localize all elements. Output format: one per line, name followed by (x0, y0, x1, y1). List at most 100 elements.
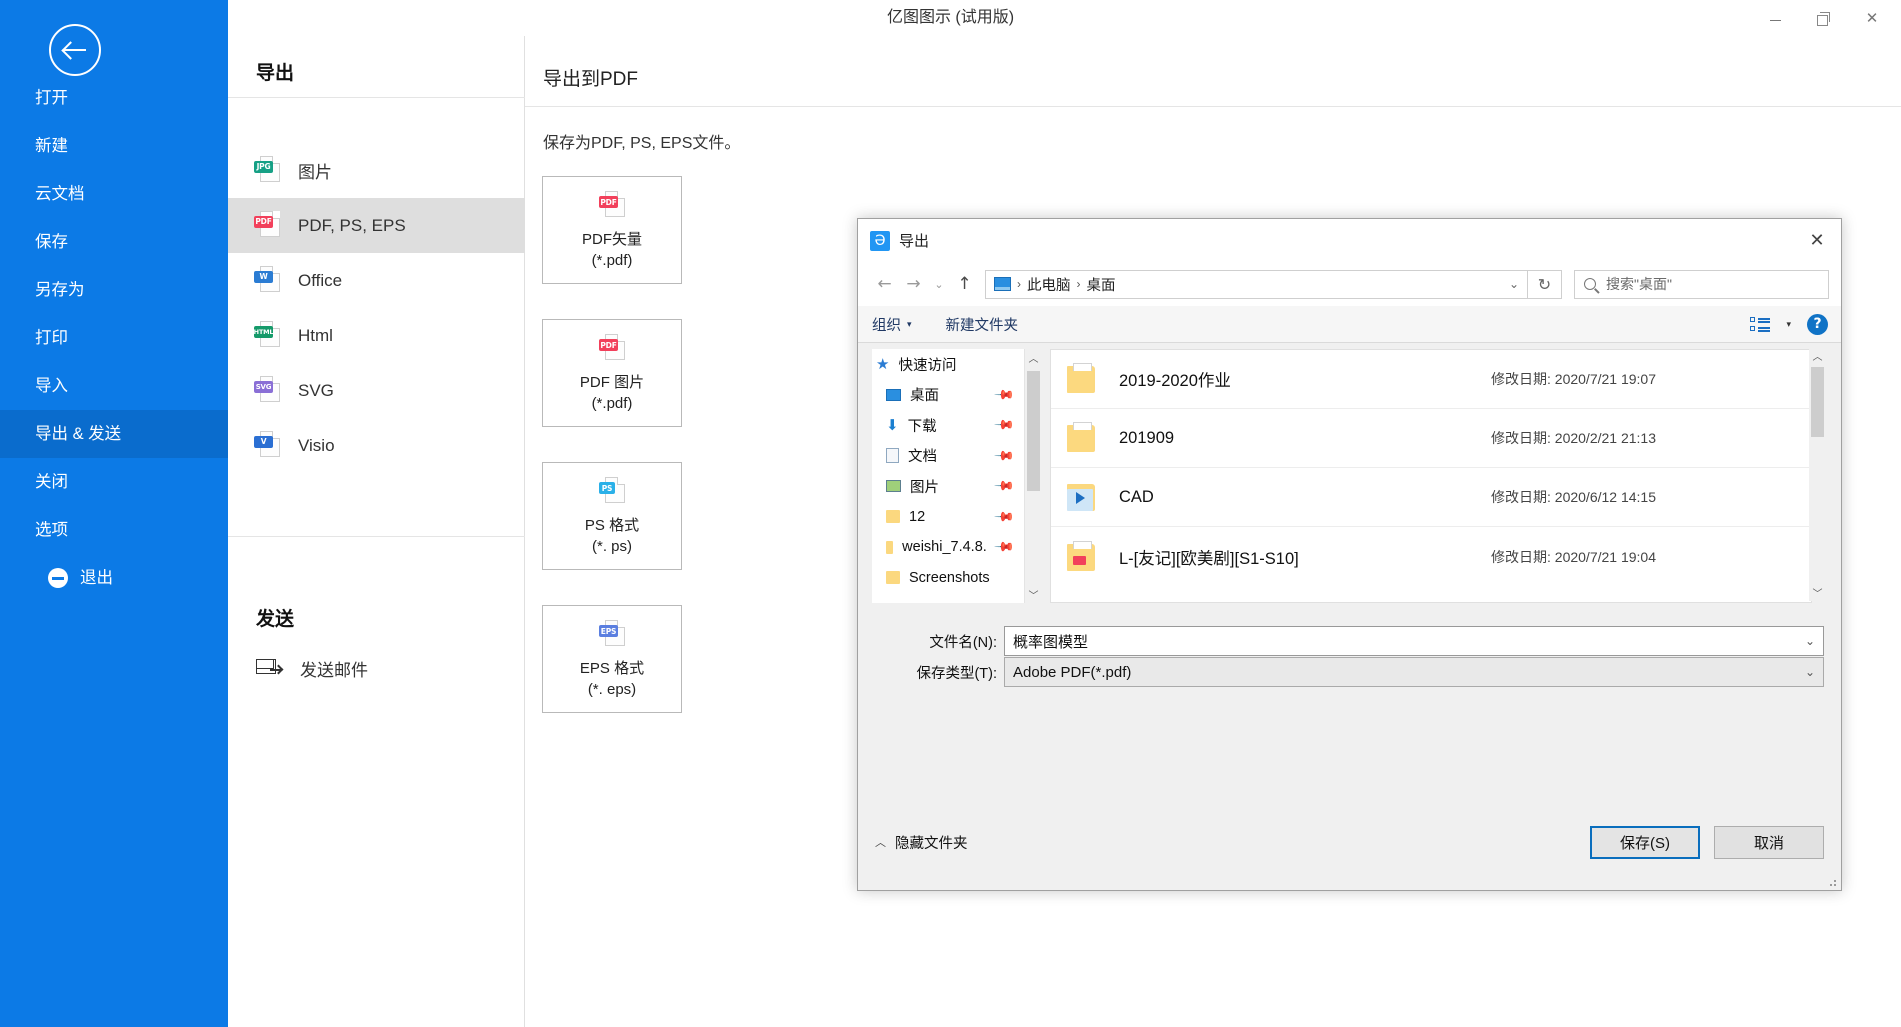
search-box[interactable]: 搜索"桌面" (1574, 269, 1829, 299)
chevron-down-icon[interactable]: ⌄ (1805, 665, 1815, 679)
nav-item-close[interactable]: 关闭 (0, 458, 228, 506)
star-icon: ★ (876, 356, 890, 374)
table-row[interactable]: CAD 修改日期: 2020/6/12 14:15 (1051, 468, 1811, 527)
search-icon (1584, 278, 1596, 290)
pin-icon[interactable]: 📌 (993, 383, 1015, 406)
chevron-up-icon: ︿ (875, 837, 886, 849)
card-pdf-image[interactable]: PDF PDF 图片 (*.pdf) (542, 319, 682, 427)
this-pc-icon (994, 277, 1011, 291)
chevron-down-icon[interactable]: ⌄ (1509, 277, 1519, 291)
view-mode-icon[interactable] (1750, 316, 1771, 332)
nav-item-import[interactable]: 导入 (0, 362, 228, 410)
card-eps-format[interactable]: EPS EPS 格式 (*. eps) (542, 605, 682, 713)
refresh-icon[interactable]: ↻ (1528, 269, 1562, 299)
tree-scrollbar[interactable]: ︿ ﹀ (1024, 349, 1041, 603)
dialog-close-icon[interactable]: ✕ (1803, 227, 1831, 253)
pin-icon[interactable]: 📌 (993, 505, 1015, 528)
pin-icon[interactable]: 📌 (993, 475, 1015, 498)
format-item-office[interactable]: W Office (228, 253, 525, 308)
back-button[interactable] (49, 24, 101, 76)
filetype-select[interactable]: Adobe PDF(*.pdf) ⌄ (1004, 657, 1824, 687)
format-item-visio[interactable]: V Visio (228, 418, 525, 473)
card-pdf-vector[interactable]: PDF PDF矢量 (*.pdf) (542, 176, 682, 284)
nav-item-options[interactable]: 选项 (0, 506, 228, 554)
nav-item-saveas[interactable]: 另存为 (0, 266, 228, 314)
file-name: CAD (1119, 487, 1154, 506)
quit-icon (48, 568, 68, 588)
svg-file-icon: SVG (254, 375, 280, 406)
pictures-icon (886, 480, 901, 493)
ps-file-icon: PS (599, 477, 625, 507)
resize-grip[interactable] (1825, 875, 1837, 887)
minimize-icon[interactable] (1765, 7, 1787, 29)
tree-item-downloads[interactable]: ⬇ 下载 📌 (872, 410, 1024, 441)
address-bar[interactable]: › 此电脑 › 桌面 ⌄ (985, 269, 1528, 299)
chevron-down-icon[interactable]: ⌄ (1805, 634, 1815, 648)
mail-send-icon (256, 658, 282, 678)
search-input[interactable]: 搜索"桌面" (1606, 274, 1672, 294)
breadcrumb-desktop[interactable]: 桌面 (1087, 274, 1116, 295)
send-mail-item[interactable]: 发送邮件 (228, 648, 525, 688)
close-icon[interactable]: ✕ (1861, 7, 1883, 29)
pin-icon[interactable]: 📌 (993, 414, 1015, 437)
scroll-up-icon[interactable]: ︿ (1025, 349, 1042, 366)
download-icon: ⬇ (886, 417, 899, 435)
file-list: 2019-2020作业 修改日期: 2020/7/21 19:07 201909… (1050, 349, 1812, 603)
folder-icon (1067, 540, 1101, 574)
card-ps-format[interactable]: PS PS 格式 (*. ps) (542, 462, 682, 570)
cancel-button[interactable]: 取消 (1714, 825, 1824, 859)
organize-button[interactable]: 组织 ▾ (872, 314, 912, 335)
hide-folders-toggle[interactable]: ︿ 隐藏文件夹 (875, 832, 968, 853)
tree-item-screenshots[interactable]: Screenshots (872, 563, 1024, 594)
export-save-dialog: Ə 导出 ✕ ← → ⌄ ↑ › 此电脑 › 桌面 ⌄ ↻ 搜索"桌面" 组织 … (857, 218, 1842, 891)
new-folder-button[interactable]: 新建文件夹 (946, 314, 1019, 335)
table-row[interactable]: 201909 修改日期: 2020/2/21 21:13 (1051, 409, 1811, 468)
recent-locations-icon[interactable]: ⌄ (928, 270, 950, 298)
nav-item-open[interactable]: 打开 (0, 74, 228, 122)
file-name: L-[友记][欧美剧][S1-S10] (1119, 549, 1299, 568)
nav-item-cloud[interactable]: 云文档 (0, 170, 228, 218)
pin-icon[interactable]: 📌 (993, 444, 1015, 467)
scroll-up-icon[interactable]: ︿ (1809, 347, 1826, 364)
nav-item-save[interactable]: 保存 (0, 218, 228, 266)
file-modified-date: 修改日期: 2020/7/21 19:07 (1491, 371, 1656, 387)
format-item-svg[interactable]: SVG SVG (228, 363, 525, 418)
nav-item-export-send[interactable]: 导出 & 发送 (0, 410, 228, 458)
tree-item-12[interactable]: 12 📌 (872, 502, 1024, 533)
card-pdf-image-line1: PDF 图片 (579, 374, 645, 391)
scroll-thumb[interactable] (1027, 371, 1040, 491)
nav-item-new[interactable]: 新建 (0, 122, 228, 170)
pin-icon[interactable]: 📌 (993, 536, 1015, 559)
maximize-icon[interactable] (1813, 7, 1835, 29)
nav-item-print[interactable]: 打印 (0, 314, 228, 362)
nav-item-quit[interactable]: 退出 (0, 554, 228, 602)
chevron-down-icon[interactable]: ▾ (1786, 319, 1791, 330)
tree-item-weishi[interactable]: weishi_7.4.8. 📌 (872, 532, 1024, 563)
filename-input[interactable]: 概率图模型 ⌄ (1004, 626, 1824, 656)
format-item-image[interactable]: JPG 图片 (228, 143, 525, 198)
format-item-pdf[interactable]: PDF PDF, PS, EPS (228, 198, 525, 253)
back-icon[interactable]: ← (870, 270, 899, 298)
tree-item-documents[interactable]: 文档 📌 (872, 441, 1024, 472)
breadcrumb-this-pc[interactable]: 此电脑 (1027, 274, 1071, 295)
toolbar-right-group: ▾ ? (1750, 313, 1841, 335)
scroll-down-icon[interactable]: ﹀ (1025, 586, 1042, 603)
export-heading: 导出 (256, 63, 295, 84)
card-eps-format-line2: (*. eps) (587, 681, 637, 698)
tree-item-quick-access[interactable]: ★ 快速访问 (872, 349, 1024, 380)
table-row[interactable]: 2019-2020作业 修改日期: 2020/7/21 19:07 (1051, 350, 1811, 409)
nav-item-quit-label: 退出 (80, 569, 113, 587)
forward-icon[interactable]: → (899, 270, 928, 298)
up-icon[interactable]: ↑ (950, 270, 979, 298)
tree-item-pictures[interactable]: 图片 📌 (872, 471, 1024, 502)
chevron-down-icon: ▾ (907, 318, 912, 329)
save-button[interactable]: 保存(S) (1590, 825, 1700, 859)
file-list-scrollbar[interactable]: ︿ ﹀ (1809, 347, 1826, 601)
tree-item-desktop[interactable]: 桌面 📌 (872, 380, 1024, 411)
filetype-row: 保存类型(T): Adobe PDF(*.pdf) ⌄ (858, 657, 1841, 687)
format-item-html[interactable]: HTML Html (228, 308, 525, 363)
scroll-thumb[interactable] (1811, 367, 1824, 437)
help-icon[interactable]: ? (1807, 313, 1828, 335)
table-row[interactable]: L-[友记][欧美剧][S1-S10] 修改日期: 2020/7/21 19:0… (1051, 527, 1811, 586)
scroll-down-icon[interactable]: ﹀ (1809, 584, 1826, 601)
